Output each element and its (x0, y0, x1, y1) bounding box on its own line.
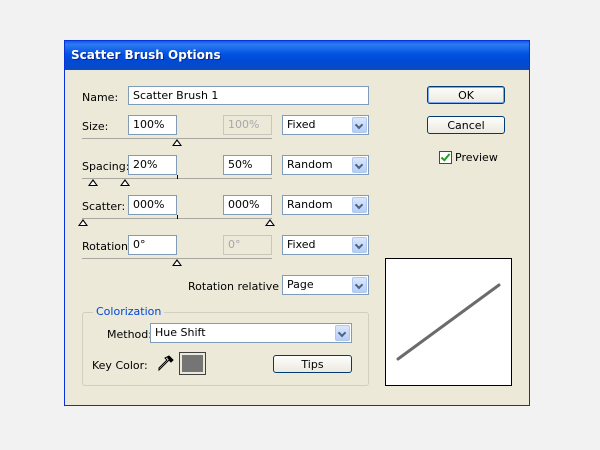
size-label: Size: (82, 120, 109, 133)
spacing-min-field[interactable]: 20% (128, 155, 177, 175)
preview-checkbox[interactable] (439, 151, 452, 164)
cancel-button[interactable]: Cancel (427, 116, 505, 134)
chevron-down-icon[interactable] (352, 197, 367, 213)
name-label: Name: (82, 91, 119, 104)
rotation-mode-select[interactable]: Fixed (282, 235, 369, 255)
spacing-max-field[interactable]: 50% (223, 155, 272, 175)
chevron-down-icon[interactable] (335, 325, 350, 341)
chevron-down-icon[interactable] (352, 237, 367, 253)
rotation-relative-value: Page (287, 278, 314, 291)
scatter-slider-center-tick (177, 215, 178, 219)
spacing-label: Spacing: (82, 160, 130, 173)
preview-label: Preview (455, 151, 498, 164)
key-color-label: Key Color: (92, 359, 148, 372)
key-color-swatch[interactable] (179, 352, 206, 375)
rotation-relative-select[interactable]: Page (282, 275, 369, 295)
name-field[interactable]: Scatter Brush 1 (128, 86, 369, 105)
rotation-relative-label: Rotation relative to: (188, 280, 298, 293)
rotation-label: Rotation: (82, 240, 132, 253)
scatter-slider-min-thumb[interactable] (78, 219, 88, 226)
method-select[interactable]: Hue Shift (150, 323, 352, 343)
rotation-min-field[interactable]: 0° (128, 235, 177, 255)
chevron-down-icon[interactable] (352, 157, 367, 173)
brush-stroke-preview (396, 283, 501, 361)
size-slider-thumb[interactable] (172, 139, 182, 146)
spacing-mode-value: Random (287, 158, 333, 171)
scatter-max-field[interactable]: 000% (223, 195, 272, 215)
scatter-mode-value: Random (287, 198, 333, 211)
spacing-mode-select[interactable]: Random (282, 155, 369, 175)
chevron-down-icon[interactable] (352, 277, 367, 293)
size-mode-value: Fixed (287, 118, 316, 131)
colorization-group-label: Colorization (93, 305, 165, 318)
scatter-brush-options-dialog: Scatter Brush Options Name: Scatter Brus… (64, 40, 530, 406)
size-mode-select[interactable]: Fixed (282, 115, 369, 135)
spacing-slider-min-thumb[interactable] (88, 179, 98, 186)
scatter-label: Scatter: (82, 200, 126, 213)
scatter-slider-max-thumb[interactable] (265, 219, 275, 226)
key-color-fill (182, 355, 203, 372)
scatter-min-field[interactable]: 000% (128, 195, 177, 215)
brush-preview (385, 258, 512, 386)
spacing-slider-max-thumb[interactable] (120, 179, 130, 186)
eyedropper-icon[interactable] (157, 354, 175, 372)
title-bar[interactable]: Scatter Brush Options (65, 41, 529, 70)
size-min-field[interactable]: 100% (128, 115, 177, 135)
rotation-mode-value: Fixed (287, 238, 316, 251)
scatter-mode-select[interactable]: Random (282, 195, 369, 215)
tips-button[interactable]: Tips (273, 355, 352, 373)
size-max-field: 100% (223, 115, 272, 135)
rotation-slider-thumb[interactable] (172, 259, 182, 266)
spacing-slider-center-tick (177, 175, 178, 179)
dialog-title: Scatter Brush Options (71, 48, 221, 62)
chevron-down-icon[interactable] (352, 117, 367, 133)
method-label: Method: (107, 328, 152, 341)
rotation-max-field: 0° (223, 235, 272, 255)
method-value: Hue Shift (155, 326, 206, 339)
ok-button[interactable]: OK (427, 86, 505, 104)
